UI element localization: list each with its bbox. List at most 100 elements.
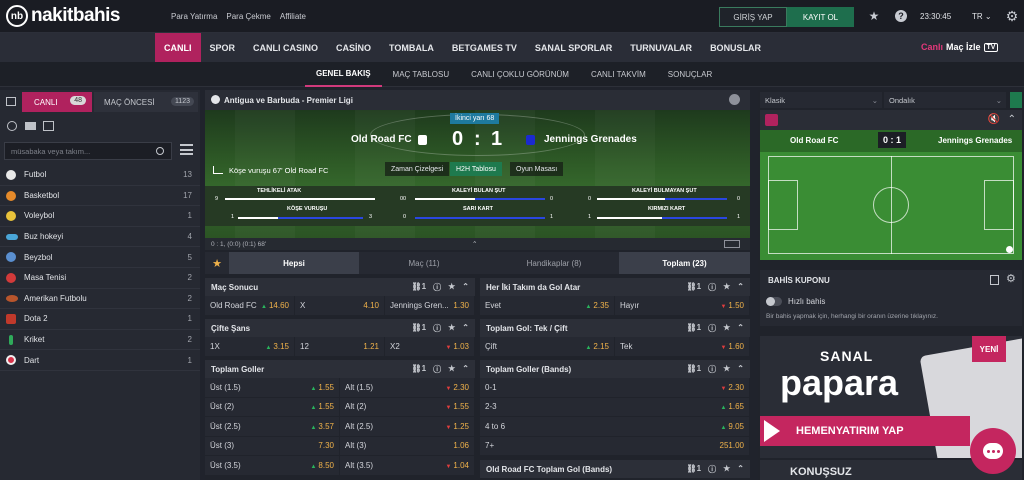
- subnav-mac-tablosu[interactable]: MAÇ TABLOSU: [382, 62, 461, 87]
- star-icon[interactable]: ★: [723, 323, 730, 334]
- nav-canli-casino[interactable]: CANLI CASINO: [244, 33, 327, 62]
- market-tab-all[interactable]: Hepsi: [229, 252, 359, 274]
- info-icon[interactable]: ⓘ: [708, 364, 716, 375]
- odd-cell[interactable]: Tek ▼ 1.60: [615, 337, 750, 356]
- info-icon[interactable]: ⓘ: [708, 464, 716, 475]
- calculator-icon[interactable]: [990, 275, 999, 285]
- tab-h2h[interactable]: H2H Tablosu: [450, 162, 502, 176]
- link-icon[interactable]: ⛓1: [412, 364, 427, 375]
- monitor-icon[interactable]: [25, 122, 36, 130]
- nav-canli[interactable]: CANLI: [155, 33, 201, 62]
- nav-sanal-sporlar[interactable]: SANAL SPORLAR: [526, 33, 621, 62]
- odd-cell[interactable]: Evet ▲ 2.35: [480, 296, 615, 315]
- odd-cell[interactable]: 12 1.21: [295, 337, 385, 356]
- star-icon[interactable]: ★: [448, 323, 455, 334]
- subnav-canli-takvim[interactable]: CANLI TAKVİM: [580, 62, 657, 87]
- odd-cell[interactable]: Üst (1.5) ▲ 1.55: [205, 378, 340, 397]
- star-icon[interactable]: ★: [723, 364, 730, 375]
- market-tab-handicap[interactable]: Handikaplar (8): [489, 252, 619, 274]
- sport-item-buz-hokeyi[interactable]: Buz hokeyi 4: [0, 227, 200, 248]
- search-input[interactable]: müsabaka veya takım...: [4, 142, 172, 160]
- odd-cell[interactable]: Alt (2.5) ▼ 1.25: [340, 417, 475, 436]
- site-logo[interactable]: nb nakitbahis: [6, 5, 120, 27]
- subnav-coklu-gorunum[interactable]: CANLI ÇOKLU GÖRÜNÜM: [460, 62, 580, 87]
- nav-casino[interactable]: CASİNO: [327, 33, 380, 62]
- collapse-icon[interactable]: ⌃: [472, 240, 477, 248]
- info-icon[interactable]: ⓘ: [433, 282, 441, 293]
- star-icon[interactable]: ★: [448, 364, 455, 375]
- sport-item-dart[interactable]: Dart 1: [0, 350, 200, 371]
- link-icon[interactable]: ⛓1: [687, 464, 702, 475]
- info-icon[interactable]: ⓘ: [433, 364, 441, 375]
- info-icon[interactable]: ⓘ: [708, 282, 716, 293]
- star-icon[interactable]: ★: [867, 9, 881, 23]
- odd-cell[interactable]: Jennings Gren... 1.30: [385, 296, 475, 315]
- info-icon[interactable]: ⓘ: [433, 323, 441, 334]
- collapse-icon[interactable]: ⌃: [1008, 114, 1016, 125]
- collapse-icon[interactable]: ⌃: [737, 323, 744, 334]
- grid-icon[interactable]: [43, 121, 54, 131]
- list-view-icon[interactable]: [6, 97, 16, 106]
- deposit-link[interactable]: Para Yatırma: [171, 12, 217, 21]
- odd-cell[interactable]: X2 ▼ 1.03: [385, 337, 475, 356]
- search-icon[interactable]: [156, 147, 164, 155]
- register-button[interactable]: KAYIT OL: [787, 7, 854, 27]
- layout-toggle-icon[interactable]: [724, 240, 740, 248]
- sport-item-amerikan-futbolu[interactable]: Amerikan Futbolu 2: [0, 289, 200, 310]
- star-icon[interactable]: ★: [723, 464, 730, 475]
- odd-cell[interactable]: Old Road FC ▲ 14.60: [205, 296, 295, 315]
- info-icon[interactable]: ⓘ: [708, 323, 716, 334]
- subnav-genel-bakis[interactable]: GENEL BAKIŞ: [305, 62, 382, 87]
- language-select[interactable]: TR ⌄: [972, 12, 992, 21]
- sport-item-dota-2[interactable]: Dota 2 1: [0, 309, 200, 330]
- odd-cell[interactable]: X 4.10: [295, 296, 385, 315]
- odd-cell[interactable]: 0-1 ▼ 2.30: [480, 378, 750, 397]
- sport-item-basketbol[interactable]: Basketbol 17: [0, 186, 200, 207]
- market-tab-match[interactable]: Maç (11): [359, 252, 489, 274]
- nav-betgames[interactable]: BETGAMES TV: [443, 33, 526, 62]
- odd-cell[interactable]: Alt (2) ▼ 1.55: [340, 397, 475, 416]
- odd-cell[interactable]: Üst (2) ▲ 1.55: [205, 397, 340, 416]
- menu-icon[interactable]: [180, 144, 193, 155]
- tab-live[interactable]: CANLI 48: [22, 92, 92, 112]
- globe-icon[interactable]: [7, 121, 17, 131]
- link-icon[interactable]: ⛓1: [687, 364, 702, 375]
- collapse-icon[interactable]: ⌃: [737, 282, 744, 293]
- odd-cell[interactable]: Üst (3) 7.30: [205, 436, 340, 455]
- sport-item-masa-tenisi[interactable]: Masa Tenisi 2: [0, 268, 200, 289]
- collapse-icon[interactable]: ⌃: [462, 323, 469, 334]
- odd-cell[interactable]: 4 to 6 ▲ 9.05: [480, 417, 750, 436]
- odd-cell[interactable]: Çift ▲ 2.15: [480, 337, 615, 356]
- gear-icon[interactable]: ⚙: [1006, 272, 1016, 285]
- live-tv-link[interactable]: Canlı Maç İzle TV: [921, 42, 999, 52]
- sport-item-futbol[interactable]: Futbol 13: [0, 165, 200, 186]
- compass-icon[interactable]: [729, 94, 740, 105]
- link-icon[interactable]: ⛓1: [687, 282, 702, 293]
- promo-cta[interactable]: HEMEN YATIRIM YAP: [760, 416, 970, 446]
- affiliate-link[interactable]: Affiliate: [280, 12, 306, 21]
- link-icon[interactable]: ⛓1: [687, 323, 702, 334]
- link-icon[interactable]: ⛓1: [412, 323, 427, 334]
- sport-item-kriket[interactable]: Kriket 2: [0, 330, 200, 351]
- odd-cell[interactable]: 7+ 251.00: [480, 436, 750, 455]
- sport-item-beyzbol[interactable]: Beyzbol 5: [0, 247, 200, 268]
- subnav-sonuclar[interactable]: SONUÇLAR: [657, 62, 723, 87]
- tab-game-table[interactable]: Oyun Masası: [510, 162, 564, 176]
- star-icon[interactable]: ★: [448, 282, 455, 293]
- nav-turnuvalar[interactable]: TURNUVALAR: [621, 33, 701, 62]
- gear-icon[interactable]: ⚙: [1005, 8, 1019, 24]
- odd-cell[interactable]: Üst (2.5) ▲ 3.57: [205, 417, 340, 436]
- odd-cell[interactable]: Alt (3) 1.06: [340, 436, 475, 455]
- odd-cell[interactable]: Üst (3.5) ▲ 8.50: [205, 456, 340, 475]
- odds-format-select[interactable]: Ondalık ⌄: [884, 92, 1006, 108]
- chat-button[interactable]: [970, 428, 1016, 474]
- nav-spor[interactable]: SPOR: [201, 33, 245, 62]
- star-icon[interactable]: ★: [723, 282, 730, 293]
- odd-cell[interactable]: Alt (1.5) ▼ 2.30: [340, 378, 475, 397]
- sport-item-voleybol[interactable]: Voleybol 1: [0, 206, 200, 227]
- market-tab-total[interactable]: Toplam (23): [619, 252, 750, 274]
- odd-cell[interactable]: 2-3 ▲ 1.65: [480, 397, 750, 416]
- nav-tombala[interactable]: TOMBALA: [380, 33, 443, 62]
- collapse-icon[interactable]: ⌃: [737, 464, 744, 475]
- collapse-icon[interactable]: ⌃: [462, 364, 469, 375]
